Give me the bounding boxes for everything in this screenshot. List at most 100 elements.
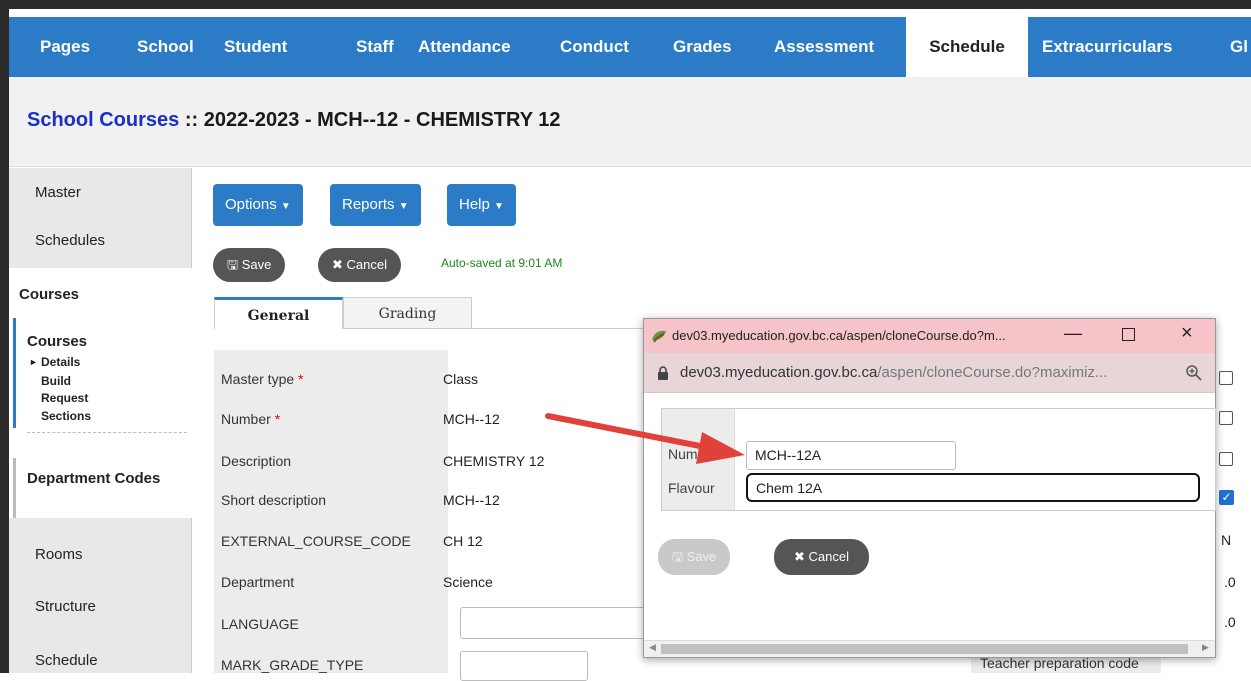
reports-menu-button[interactable]: Reports ▼ [330, 184, 421, 226]
reports-label: Reports [342, 196, 395, 213]
nav-tab-pages[interactable]: Pages [40, 17, 90, 77]
caret-down-icon: ▼ [398, 201, 409, 212]
save-button[interactable]: 🖫 Save [213, 248, 286, 282]
sidebar-sub-sections[interactable]: Sections [41, 409, 91, 423]
sidebar-item-department-codes[interactable]: Department Codes [27, 470, 177, 488]
popup-save-button[interactable]: 🖫 Save [658, 539, 731, 575]
page-title-detail: :: 2022-2023 - MCH--12 - CHEMISTRY 12 [179, 109, 561, 131]
flavour-label: Flavour [668, 480, 715, 496]
sidebar: Master Schedules Courses Courses ► Detai… [9, 168, 192, 673]
app-logo-icon [652, 330, 666, 343]
flavour-input[interactable]: Chem 12A [746, 473, 1200, 502]
mark-grade-type-input[interactable] [460, 651, 588, 681]
sidebar-item-schedules[interactable]: Schedules [9, 232, 192, 249]
help-menu-button[interactable]: Help ▼ [447, 184, 516, 226]
checkbox[interactable] [1219, 452, 1233, 466]
description-value: CHEMISTRY 12 [443, 453, 545, 469]
popup-address-bar: dev03.myeducation.gov.bc.ca/aspen/cloneC… [644, 353, 1215, 393]
nav-tab-grades[interactable]: Grades [673, 17, 732, 77]
master-type-label: Master type * [221, 371, 304, 387]
nav-tab-attendance[interactable]: Attendance [418, 17, 511, 77]
description-label: Description [221, 453, 292, 469]
sidebar-group-courses[interactable]: Courses [27, 333, 87, 350]
field-fragment: .0 [1224, 614, 1236, 630]
options-menu-button[interactable]: Options ▼ [213, 184, 303, 226]
minimize-icon[interactable]: — [1064, 323, 1082, 344]
nav-tab-extracurriculars[interactable]: Extracurriculars [1042, 17, 1172, 77]
popup-url: dev03.myeducation.gov.bc.ca/aspen/cloneC… [680, 364, 1108, 381]
short-description-label: Short description [221, 492, 327, 508]
cancel-button[interactable]: ✖ Cancel [318, 248, 401, 282]
tab-general[interactable]: General [214, 297, 343, 329]
sidebar-item-master[interactable]: Master [9, 184, 192, 201]
floppy-disk-icon: 🖫 [227, 257, 239, 272]
mark-grade-type-label: MARK_GRADE_TYPE [221, 657, 364, 673]
zoom-icon[interactable] [1186, 365, 1202, 381]
scroll-right-icon[interactable]: ▶ [1202, 642, 1209, 653]
annotation-arrow [545, 413, 745, 464]
clone-course-popup: dev03.myeducation.gov.bc.ca/aspen/cloneC… [643, 318, 1216, 658]
language-input[interactable] [460, 607, 650, 639]
options-label: Options [225, 196, 277, 213]
field-fragment: .0 [1224, 574, 1236, 590]
nav-tab-assessment[interactable]: Assessment [774, 17, 874, 77]
external-course-code-label: EXTERNAL_COURSE_CODE [221, 533, 411, 549]
nav-tab-conduct[interactable]: Conduct [560, 17, 629, 77]
top-navigation: Pages School Student Staff Attendance Co… [9, 17, 1251, 77]
department-value: Science [443, 574, 493, 590]
school-courses-link[interactable]: School Courses [27, 109, 179, 131]
close-icon[interactable]: × [1181, 322, 1193, 345]
cancel-label: Cancel [346, 257, 387, 272]
language-label: LANGUAGE [221, 616, 299, 632]
close-icon: ✖ [332, 257, 343, 272]
checkbox[interactable] [1219, 411, 1233, 425]
triangle-right-icon: ► [29, 357, 38, 367]
nav-tab-school[interactable]: School [137, 17, 194, 77]
nav-tab-schedule[interactable]: Schedule [906, 17, 1028, 77]
scrollbar-thumb[interactable] [661, 644, 1188, 654]
save-label: Save [241, 257, 272, 272]
popup-cancel-button[interactable]: ✖ Cancel [774, 539, 869, 575]
sidebar-item-rooms[interactable]: Rooms [9, 546, 192, 563]
short-description-value: MCH--12 [443, 492, 500, 508]
close-icon: ✖ [794, 549, 805, 564]
number-value: MCH--12 [443, 411, 500, 427]
floppy-disk-icon: 🖫 [672, 549, 684, 564]
horizontal-scrollbar[interactable]: ◀ ▶ [644, 640, 1215, 657]
popup-window-title: dev03.myeducation.gov.bc.ca/aspen/cloneC… [672, 328, 1006, 343]
checkbox-checked[interactable]: ✓ [1219, 490, 1234, 505]
number-input[interactable]: MCH--12A [746, 441, 956, 470]
help-label: Help [459, 196, 490, 213]
page-title: School Courses :: 2022-2023 - MCH--12 - … [27, 109, 561, 132]
sidebar-section-bar [13, 458, 16, 518]
external-course-code-value: CH 12 [443, 533, 483, 549]
tab-grading[interactable]: Grading [343, 297, 472, 329]
maximize-icon[interactable] [1122, 328, 1135, 341]
caret-down-icon: ▼ [280, 201, 291, 212]
autosave-status: Auto-saved at 9:01 AM [441, 256, 563, 270]
nav-tab-student[interactable]: Student [224, 17, 287, 77]
sidebar-sub-build[interactable]: Build [41, 374, 71, 388]
popup-save-label: Save [686, 549, 717, 564]
sidebar-sub-request[interactable]: Request [41, 391, 88, 405]
sidebar-active-indicator [13, 318, 16, 428]
scroll-left-icon[interactable]: ◀ [649, 642, 656, 653]
lock-icon [658, 366, 668, 380]
popup-title-bar: dev03.myeducation.gov.bc.ca/aspen/cloneC… [644, 319, 1215, 353]
sidebar-item-courses[interactable]: Courses [19, 286, 79, 303]
sidebar-item-schedule[interactable]: Schedule [9, 652, 192, 669]
nav-tab-gl[interactable]: Gl [1230, 17, 1248, 77]
department-label: Department [221, 574, 295, 590]
sidebar-department-section [9, 458, 192, 518]
page-title-bar: School Courses :: 2022-2023 - MCH--12 - … [9, 77, 1251, 167]
master-type-value: Class [443, 371, 479, 387]
sidebar-sub-details[interactable]: Details [41, 355, 80, 369]
popup-cancel-label: Cancel [808, 549, 849, 564]
checkbox[interactable] [1219, 371, 1233, 385]
field-fragment: N [1221, 532, 1232, 548]
caret-down-icon: ▼ [494, 201, 504, 212]
number-label: Number * [221, 411, 281, 427]
sidebar-divider [27, 432, 187, 433]
sidebar-item-structure[interactable]: Structure [9, 598, 192, 615]
nav-tab-staff[interactable]: Staff [356, 17, 394, 77]
